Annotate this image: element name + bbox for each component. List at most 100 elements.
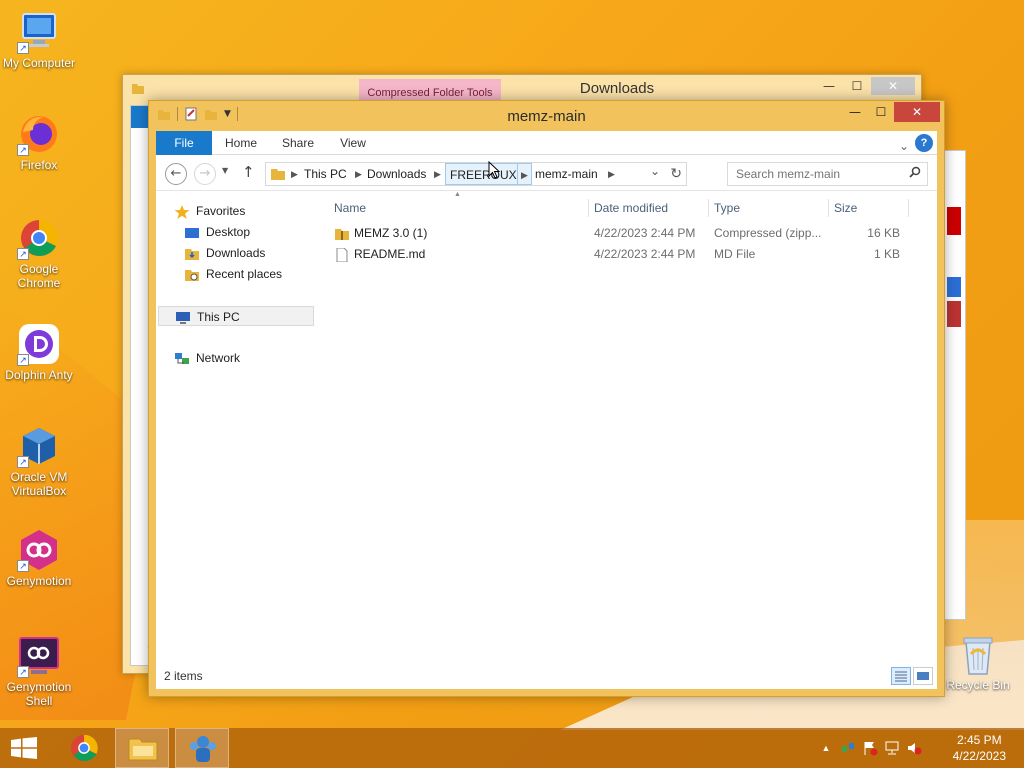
desktop-icon-label: Google Chrome	[17, 262, 61, 290]
recycle-bin-icon	[958, 632, 998, 676]
window-fragment	[947, 207, 961, 235]
help-icon[interactable]: ?	[915, 134, 933, 152]
column-divider[interactable]	[708, 199, 709, 217]
sort-indicator-icon: ▲	[454, 191, 461, 198]
address-bar[interactable]: ▶ This PC ▶ Downloads ▶ FREEROUX ▶ memz-…	[265, 162, 687, 186]
computer-icon: ↗	[17, 10, 61, 54]
address-dropdown-chevron-icon[interactable]: ⌄	[650, 164, 660, 178]
clock[interactable]: 2:45 PM 4/22/2023	[953, 732, 1006, 764]
nav-item-network[interactable]: Network	[174, 348, 240, 368]
recent-locations-chevron-icon[interactable]: ▼	[222, 166, 228, 175]
breadcrumb-freeroux[interactable]: FREEROUX	[445, 163, 522, 185]
taskbar-network-app[interactable]	[175, 728, 229, 768]
file-size: 16 KB	[867, 226, 900, 240]
action-center-flag-icon[interactable]	[862, 740, 878, 756]
close-button[interactable]: ✕	[894, 102, 940, 122]
nav-label: Downloads	[206, 246, 266, 260]
window-title: Downloads	[579, 80, 655, 97]
desktop-icon-firefox[interactable]: ↗ Firefox	[0, 112, 78, 172]
ribbon-tabs: File Home Share View ⌄ ?	[156, 131, 937, 155]
network-connection-icon[interactable]	[884, 740, 900, 756]
search-box[interactable]	[727, 162, 928, 186]
start-button[interactable]	[0, 728, 48, 768]
desktop-icon-my-computer[interactable]: ↗ My Computer	[0, 10, 78, 70]
content-area: Favorites Desktop Downloads Recent place…	[156, 191, 937, 689]
desktop-icon-label: Dolphin Anty	[5, 368, 73, 382]
column-header-type[interactable]: Type	[714, 199, 740, 217]
column-divider[interactable]	[588, 199, 589, 217]
volume-muted-icon[interactable]	[906, 740, 922, 756]
virtualbox-icon: ↗	[17, 424, 61, 468]
desktop-icon-genymotion-shell[interactable]: ↗ Genymotion Shell	[0, 634, 78, 708]
up-button[interactable]: ↑	[242, 163, 255, 181]
tab-view[interactable]: View	[332, 131, 374, 155]
search-input[interactable]	[728, 163, 898, 185]
taskbar-file-explorer[interactable]	[115, 728, 169, 768]
column-divider[interactable]	[828, 199, 829, 217]
desktop-icon-virtualbox[interactable]: ↗ Oracle VM VirtualBox	[0, 424, 78, 498]
people-network-icon	[190, 736, 216, 762]
nav-item-desktop[interactable]: Desktop	[184, 222, 250, 242]
maximize-button[interactable]: ☐	[868, 102, 894, 122]
clock-date: 4/22/2023	[952, 749, 1006, 763]
file-row[interactable]: README.md 4/22/2023 2:44 PM MD File 1 KB	[332, 244, 912, 265]
window-controls: — ☐ ✕	[815, 77, 915, 95]
refresh-icon[interactable]: ↻	[670, 165, 682, 182]
desktop-icon	[184, 226, 200, 240]
explorer-window[interactable]: ▼ memz-main — ☐ ✕ File Home Share View ⌄…	[148, 100, 945, 697]
show-hidden-icons-icon[interactable]: ▲	[818, 740, 834, 756]
details-view-button[interactable]	[891, 667, 911, 685]
breadcrumb-separator-icon[interactable]: ▶	[434, 163, 441, 185]
taskbar: ▲ 2:45 PM 4/22/2023	[0, 728, 1024, 768]
file-row[interactable]: MEMZ 3.0 (1) 4/22/2023 2:44 PM Compresse…	[332, 223, 912, 244]
tab-home[interactable]: Home	[218, 131, 264, 155]
breadcrumb-separator-icon[interactable]: ▶	[355, 163, 362, 185]
nav-item-downloads[interactable]: Downloads	[184, 243, 265, 263]
close-button[interactable]: ✕	[871, 77, 915, 95]
forward-button[interactable]: →	[194, 163, 216, 185]
column-divider[interactable]	[908, 199, 909, 217]
tab-file[interactable]: File	[156, 131, 212, 155]
title-bar[interactable]: ▼ memz-main — ☐ ✕	[149, 101, 944, 131]
nav-label: Desktop	[206, 225, 251, 239]
large-icons-view-button[interactable]	[913, 667, 933, 685]
desktop-icon-label: Genymotion Shell	[6, 680, 72, 708]
nav-item-this-pc[interactable]: This PC	[158, 306, 314, 326]
nav-item-recent-places[interactable]: Recent places	[184, 264, 282, 284]
breadcrumb-separator-icon[interactable]: ▶	[291, 163, 298, 185]
breadcrumb-this-pc[interactable]: This PC	[304, 163, 347, 185]
minimize-button[interactable]: —	[842, 102, 868, 122]
back-button[interactable]: ←	[165, 163, 187, 185]
folder-icon	[271, 169, 285, 180]
breadcrumb-separator-icon[interactable]: ▶	[608, 163, 615, 185]
maximize-button[interactable]: ☐	[843, 77, 871, 95]
zip-folder-icon	[334, 223, 350, 244]
column-header-name[interactable]: Name	[334, 199, 366, 217]
breadcrumb-memz-main[interactable]: memz-main	[535, 163, 598, 185]
details-view-icon	[895, 671, 907, 682]
tab-share[interactable]: Share	[274, 131, 322, 155]
column-header-date-modified[interactable]: Date modified	[594, 199, 668, 217]
status-bar: 2 items	[156, 663, 937, 689]
breadcrumb-downloads[interactable]: Downloads	[367, 163, 426, 185]
taskbar-chrome[interactable]	[58, 728, 110, 768]
file-date: 4/22/2023 2:44 PM	[594, 226, 696, 240]
desktop-icon-recycle-bin[interactable]: Recycle Bin	[940, 632, 1016, 692]
search-icon[interactable]	[909, 166, 921, 181]
document-icon	[334, 244, 350, 265]
navigation-bar: ← → ▼ ↑ ▶ This PC ▶ Downloads ▶ FREEROUX…	[156, 155, 937, 191]
desktop-icon-dolphin-anty[interactable]: ↗ Dolphin Anty	[0, 322, 78, 382]
desktop-icon-genymotion[interactable]: ↗ Genymotion	[0, 528, 78, 588]
breadcrumb-separator-icon[interactable]: ▶	[517, 163, 532, 185]
desktop-icon-chrome[interactable]: ↗ Google Chrome	[0, 216, 78, 290]
minimize-button[interactable]: —	[815, 77, 843, 95]
file-list: ▲ Name Date modified Type Size MEMZ 3.0 …	[332, 191, 937, 663]
column-header-size[interactable]: Size	[834, 199, 857, 217]
window-fragment	[947, 277, 961, 297]
network-status-icon[interactable]	[840, 740, 856, 756]
nav-item-favorites[interactable]: Favorites	[174, 201, 245, 221]
file-name: README.md	[354, 247, 426, 261]
nav-label: Network	[196, 351, 241, 365]
mouse-cursor-icon	[488, 161, 500, 179]
recent-places-icon	[184, 268, 200, 282]
